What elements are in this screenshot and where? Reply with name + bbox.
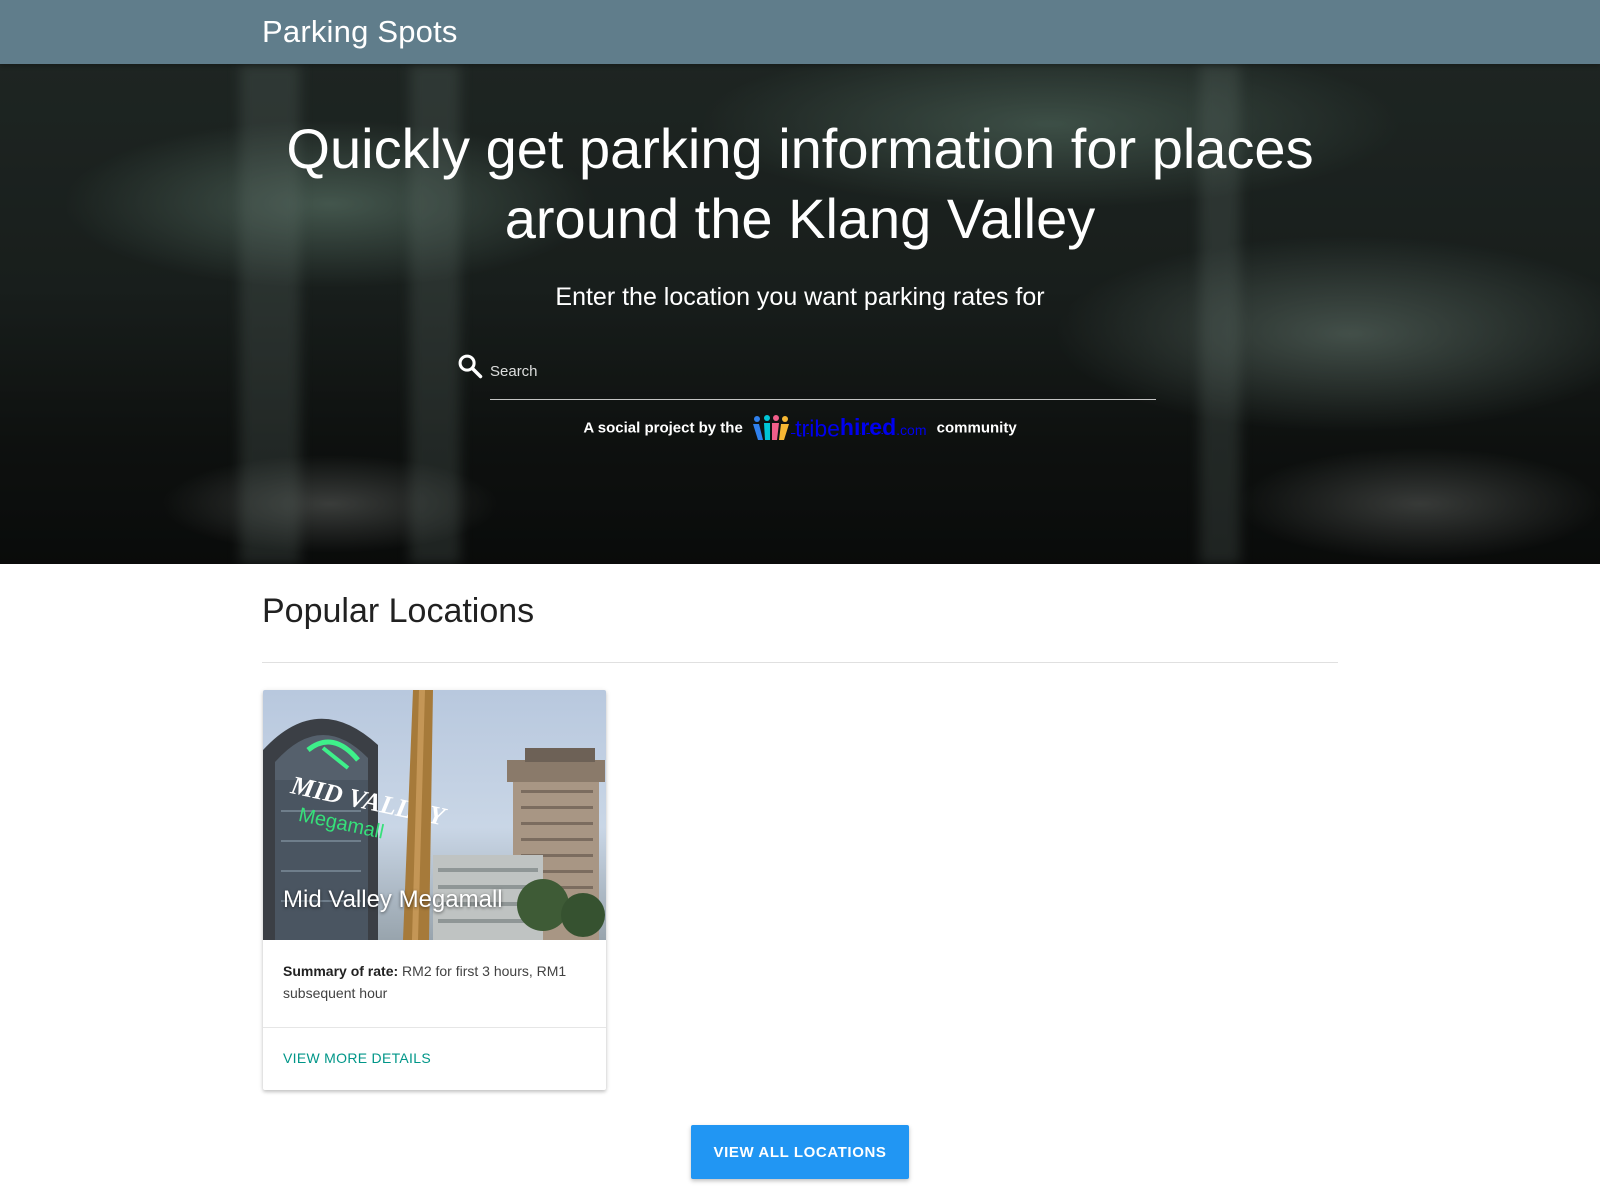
- tribehired-figures-icon: [752, 415, 789, 441]
- top-navbar: Parking Spots: [0, 0, 1600, 64]
- view-more-details-link[interactable]: VIEW MORE DETAILS: [283, 1050, 431, 1066]
- search-input[interactable]: [490, 340, 1156, 400]
- hero-title-line-1: Quickly get parking information for plac…: [286, 117, 1314, 180]
- hero-title-line-2: around the Klang Valley: [504, 187, 1096, 250]
- hero-subtitle: Enter the location you want parking rate…: [555, 283, 1045, 311]
- hero-banner: Quickly get parking information for plac…: [0, 64, 1600, 564]
- credit-prefix: A social project by the: [583, 419, 743, 437]
- location-card-title: Mid Valley Megamall: [283, 886, 503, 913]
- location-card-actions: VIEW MORE DETAILS: [263, 1027, 606, 1090]
- tribehired-wordmark: tribehired.com: [795, 414, 927, 442]
- location-card-image[interactable]: MID VALLEY Megamall Mid Valley Megamall: [263, 690, 606, 940]
- view-all-locations-button[interactable]: VIEW ALL LOCATIONS: [691, 1125, 909, 1179]
- search-icon[interactable]: [456, 352, 484, 380]
- project-credit: A social project by the tribehired.com c…: [400, 414, 1200, 442]
- hero-title: Quickly get parking information for plac…: [150, 114, 1450, 254]
- search-field: [454, 340, 1156, 400]
- credit-suffix: community: [936, 419, 1017, 437]
- brand-logo-link[interactable]: Parking Spots: [262, 14, 458, 50]
- section-title: Popular Locations: [262, 592, 535, 630]
- location-rate-summary: Summary of rate: RM2 for first 3 hours, …: [283, 960, 588, 1004]
- location-card: MID VALLEY Megamall Mid Valley Megamall …: [263, 690, 606, 1090]
- section-divider: [262, 662, 1338, 663]
- rate-summary-label: Summary of rate:: [283, 963, 399, 979]
- tribehired-logo-link[interactable]: tribehired.com: [751, 414, 927, 442]
